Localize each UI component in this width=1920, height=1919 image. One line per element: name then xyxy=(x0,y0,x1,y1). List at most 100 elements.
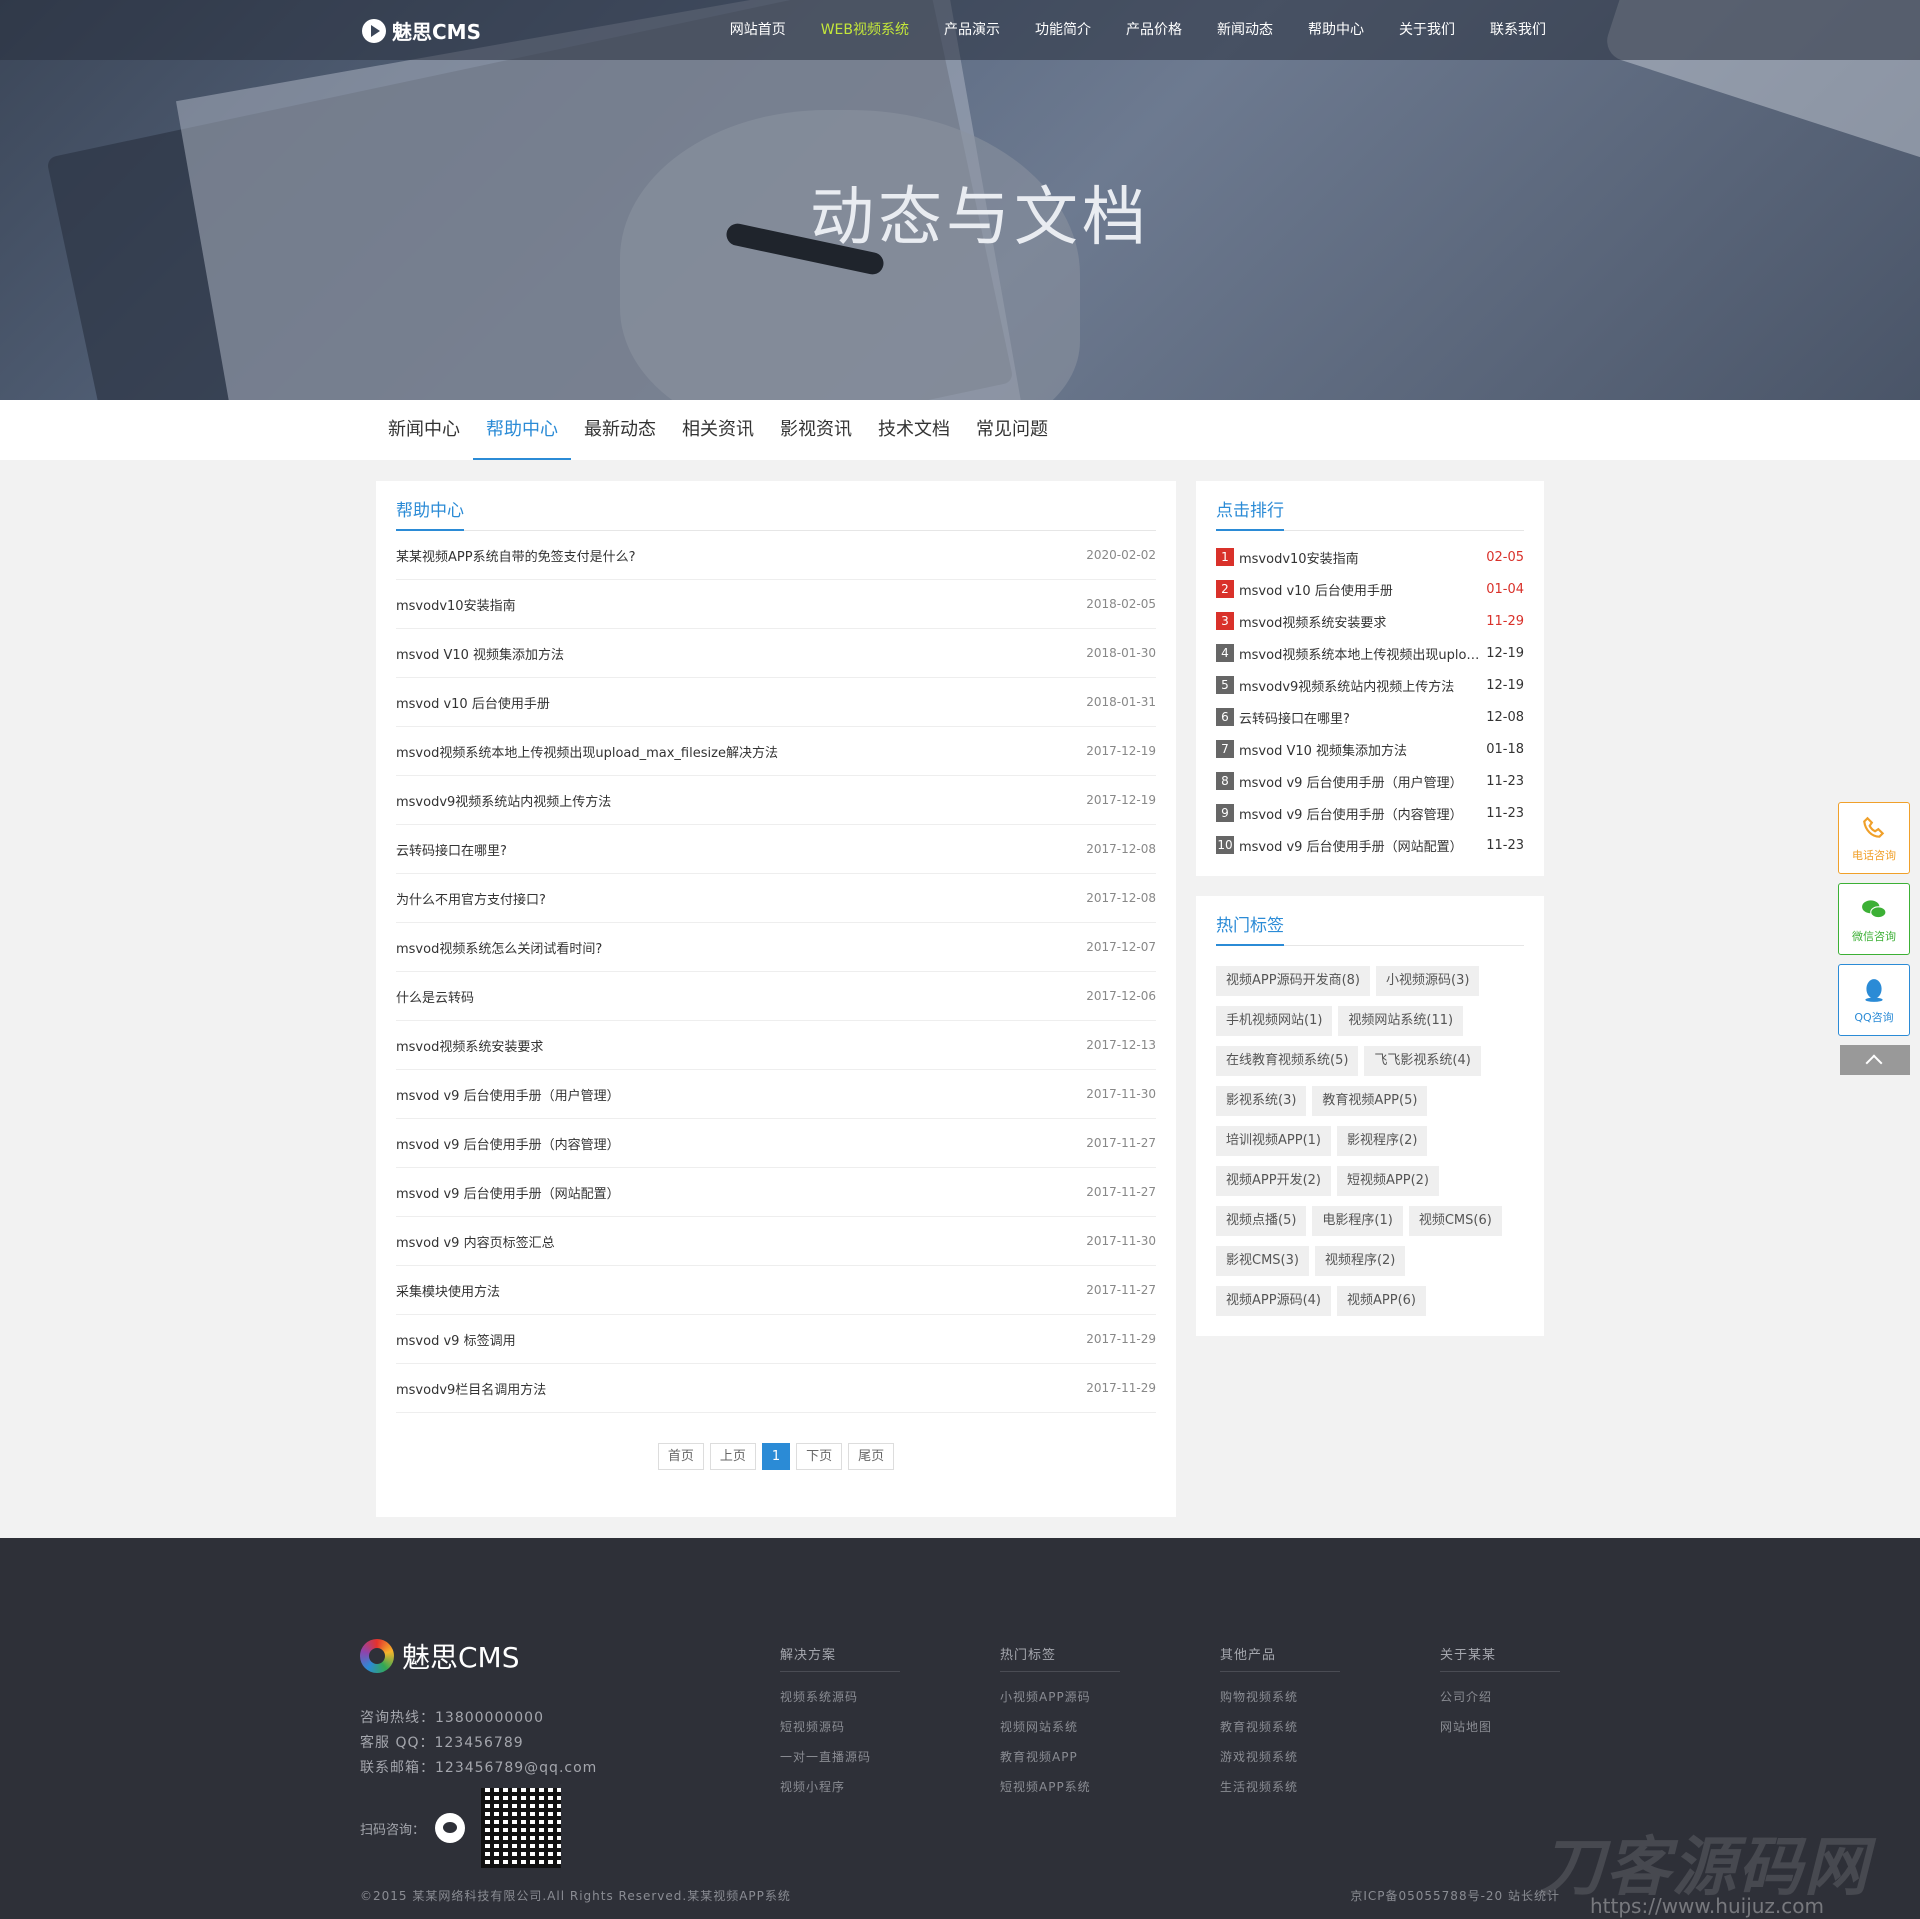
footer-link[interactable]: 教育视频系统 xyxy=(1220,1712,1340,1742)
rank-item[interactable]: 3 msvod视频系统安装要求 11-29 xyxy=(1216,605,1524,637)
rank-item[interactable]: 2 msvod v10 后台使用手册 01-04 xyxy=(1216,573,1524,605)
rank-title[interactable]: msvod v9 后台使用手册（用户管理） xyxy=(1239,772,1482,791)
hot-tag[interactable]: 影视程序(2) xyxy=(1337,1126,1428,1156)
nav-item-help[interactable]: 帮助中心 xyxy=(1308,19,1364,39)
article-title[interactable]: msvod v9 后台使用手册（网站配置） xyxy=(396,1183,620,1202)
article-list-item[interactable]: msvod v9 后台使用手册（内容管理） 2017-11-27 xyxy=(396,1119,1156,1168)
hot-tag[interactable]: 短视频APP(2) xyxy=(1337,1166,1439,1196)
article-title[interactable]: msvod视频系统安装要求 xyxy=(396,1036,543,1055)
tab-news-center[interactable]: 新闻中心 xyxy=(375,400,473,460)
tab-film-news[interactable]: 影视资讯 xyxy=(767,400,865,460)
hot-tag[interactable]: 视频APP开发(2) xyxy=(1216,1166,1331,1196)
rank-item[interactable]: 5 msvodv9视频系统站内视频上传方法 12-19 xyxy=(1216,669,1524,701)
nav-item-demo[interactable]: 产品演示 xyxy=(944,19,1000,39)
rank-item[interactable]: 9 msvod v9 后台使用手册（内容管理） 11-23 xyxy=(1216,797,1524,829)
phone-consult-button[interactable]: 电话咨询 xyxy=(1838,802,1910,874)
article-list-item[interactable]: 为什么不用官方支付接口? 2017-12-08 xyxy=(396,874,1156,923)
pager-current[interactable]: 1 xyxy=(761,1443,791,1470)
article-list-item[interactable]: msvod视频系统本地上传视频出现upload_max_filesize解决方法… xyxy=(396,727,1156,776)
article-title[interactable]: msvod v9 内容页标签汇总 xyxy=(396,1232,555,1251)
wechat-consult-button[interactable]: 微信咨询 xyxy=(1838,883,1910,955)
tab-help-center[interactable]: 帮助中心 xyxy=(473,400,571,460)
article-title[interactable]: msvod v10 后台使用手册 xyxy=(396,693,550,712)
qq-consult-button[interactable]: QQ咨询 xyxy=(1838,964,1910,1036)
article-title[interactable]: msvod视频系统本地上传视频出现upload_max_filesize解决方法 xyxy=(396,742,778,761)
nav-item-pricing[interactable]: 产品价格 xyxy=(1126,19,1182,39)
tab-tech-docs[interactable]: 技术文档 xyxy=(865,400,963,460)
article-list-item[interactable]: msvod v9 标签调用 2017-11-29 xyxy=(396,1315,1156,1364)
footer-link[interactable]: 小视频APP源码 xyxy=(1000,1682,1120,1712)
rank-item[interactable]: 1 msvodv10安装指南 02-05 xyxy=(1216,541,1524,573)
site-logo[interactable]: 魅思CMS xyxy=(362,16,481,45)
footer-link[interactable]: 视频系统源码 xyxy=(780,1682,900,1712)
article-list-item[interactable]: 什么是云转码 2017-12-06 xyxy=(396,972,1156,1021)
rank-item[interactable]: 10 msvod v9 后台使用手册（网站配置） 11-23 xyxy=(1216,829,1524,861)
article-list-item[interactable]: msvod视频系统怎么关闭试看时间? 2017-12-07 xyxy=(396,923,1156,972)
nav-item-about[interactable]: 关于我们 xyxy=(1399,19,1455,39)
rank-title[interactable]: msvod v10 后台使用手册 xyxy=(1239,580,1482,599)
hot-tag[interactable]: 视频点播(5) xyxy=(1216,1206,1307,1236)
icp-text[interactable]: 京ICP备05055788号-20 站长统计 xyxy=(1350,1887,1560,1904)
back-to-top-button[interactable] xyxy=(1840,1045,1910,1075)
pager-prev[interactable]: 上页 xyxy=(709,1443,756,1470)
article-list-item[interactable]: 云转码接口在哪里? 2017-12-08 xyxy=(396,825,1156,874)
footer-link[interactable]: 游戏视频系统 xyxy=(1220,1742,1340,1772)
article-list-item[interactable]: msvod v9 内容页标签汇总 2017-11-30 xyxy=(396,1217,1156,1266)
hot-tag[interactable]: 影视CMS(3) xyxy=(1216,1246,1309,1276)
hot-tag[interactable]: 视频网站系统(11) xyxy=(1338,1006,1464,1036)
hot-tag[interactable]: 教育视频APP(5) xyxy=(1312,1086,1428,1116)
article-list-item[interactable]: 采集模块使用方法 2017-11-27 xyxy=(396,1266,1156,1315)
rank-title[interactable]: msvod v9 后台使用手册（内容管理） xyxy=(1239,804,1482,823)
tab-faq[interactable]: 常见问题 xyxy=(963,400,1061,460)
hot-tag[interactable]: 视频APP源码(4) xyxy=(1216,1286,1331,1316)
article-list-item[interactable]: msvodv10安装指南 2018-02-05 xyxy=(396,580,1156,629)
article-title[interactable]: msvod视频系统怎么关闭试看时间? xyxy=(396,938,602,957)
article-title[interactable]: msvodv10安装指南 xyxy=(396,595,516,614)
hot-tag[interactable]: 视频CMS(6) xyxy=(1408,1206,1502,1236)
rank-title[interactable]: 云转码接口在哪里? xyxy=(1239,708,1482,727)
article-title[interactable]: 什么是云转码 xyxy=(396,987,474,1006)
article-list-item[interactable]: msvod v9 后台使用手册（网站配置） 2017-11-27 xyxy=(396,1168,1156,1217)
nav-item-contact[interactable]: 联系我们 xyxy=(1490,19,1546,39)
pager-next[interactable]: 下页 xyxy=(796,1443,843,1470)
rank-title[interactable]: msvod视频系统安装要求 xyxy=(1239,612,1482,631)
footer-link[interactable]: 生活视频系统 xyxy=(1220,1772,1340,1802)
hot-tag[interactable]: 视频APP源码开发商(8) xyxy=(1216,966,1370,996)
nav-item-home[interactable]: 网站首页 xyxy=(730,19,786,39)
hot-tag[interactable]: 在线教育视频系统(5) xyxy=(1216,1046,1359,1076)
article-title[interactable]: 云转码接口在哪里? xyxy=(396,840,507,859)
hot-tag[interactable]: 视频APP(6) xyxy=(1337,1286,1426,1316)
hot-tag[interactable]: 培训视频APP(1) xyxy=(1216,1126,1331,1156)
rank-title[interactable]: msvod V10 视频集添加方法 xyxy=(1239,740,1482,759)
hot-tag[interactable]: 影视系统(3) xyxy=(1216,1086,1307,1116)
footer-link[interactable]: 短视频APP系统 xyxy=(1000,1772,1120,1802)
article-list-item[interactable]: msvodv9栏目名调用方法 2017-11-29 xyxy=(396,1364,1156,1413)
article-title[interactable]: msvod v9 后台使用手册（用户管理） xyxy=(396,1085,620,1104)
hot-tag[interactable]: 手机视频网站(1) xyxy=(1216,1006,1333,1036)
rank-item[interactable]: 8 msvod v9 后台使用手册（用户管理） 11-23 xyxy=(1216,765,1524,797)
article-list-item[interactable]: 某某视频APP系统自带的免签支付是什么? 2020-02-02 xyxy=(396,531,1156,580)
article-title[interactable]: msvodv9视频系统站内视频上传方法 xyxy=(396,791,611,810)
article-list-item[interactable]: msvod V10 视频集添加方法 2018-01-30 xyxy=(396,629,1156,678)
tab-latest[interactable]: 最新动态 xyxy=(571,400,669,460)
article-title[interactable]: 采集模块使用方法 xyxy=(396,1281,500,1300)
article-list-item[interactable]: msvod视频系统安装要求 2017-12-13 xyxy=(396,1021,1156,1070)
nav-item-features[interactable]: 功能简介 xyxy=(1035,19,1091,39)
hot-tag[interactable]: 视频程序(2) xyxy=(1314,1246,1406,1276)
footer-link[interactable]: 视频网站系统 xyxy=(1000,1712,1120,1742)
footer-link[interactable]: 购物视频系统 xyxy=(1220,1682,1340,1712)
article-title[interactable]: 为什么不用官方支付接口? xyxy=(396,889,546,908)
article-list-item[interactable]: msvod v9 后台使用手册（用户管理） 2017-11-30 xyxy=(396,1070,1156,1119)
article-title[interactable]: msvod V10 视频集添加方法 xyxy=(396,644,564,663)
rank-title[interactable]: msvodv9视频系统站内视频上传方法 xyxy=(1239,676,1482,695)
pager-last[interactable]: 尾页 xyxy=(848,1443,895,1470)
article-title[interactable]: msvodv9栏目名调用方法 xyxy=(396,1379,546,1398)
article-title[interactable]: 某某视频APP系统自带的免签支付是什么? xyxy=(396,546,635,565)
hot-tag[interactable]: 小视频源码(3) xyxy=(1376,966,1480,996)
rank-title[interactable]: msvod视频系统本地上传视频出现upload_max_filesize解决方法 xyxy=(1239,644,1482,663)
footer-link[interactable]: 短视频源码 xyxy=(780,1712,900,1742)
nav-item-news[interactable]: 新闻动态 xyxy=(1217,19,1273,39)
hot-tag[interactable]: 电影程序(1) xyxy=(1312,1206,1403,1236)
footer-link[interactable]: 公司介绍 xyxy=(1440,1682,1560,1712)
rank-item[interactable]: 7 msvod V10 视频集添加方法 01-18 xyxy=(1216,733,1524,765)
